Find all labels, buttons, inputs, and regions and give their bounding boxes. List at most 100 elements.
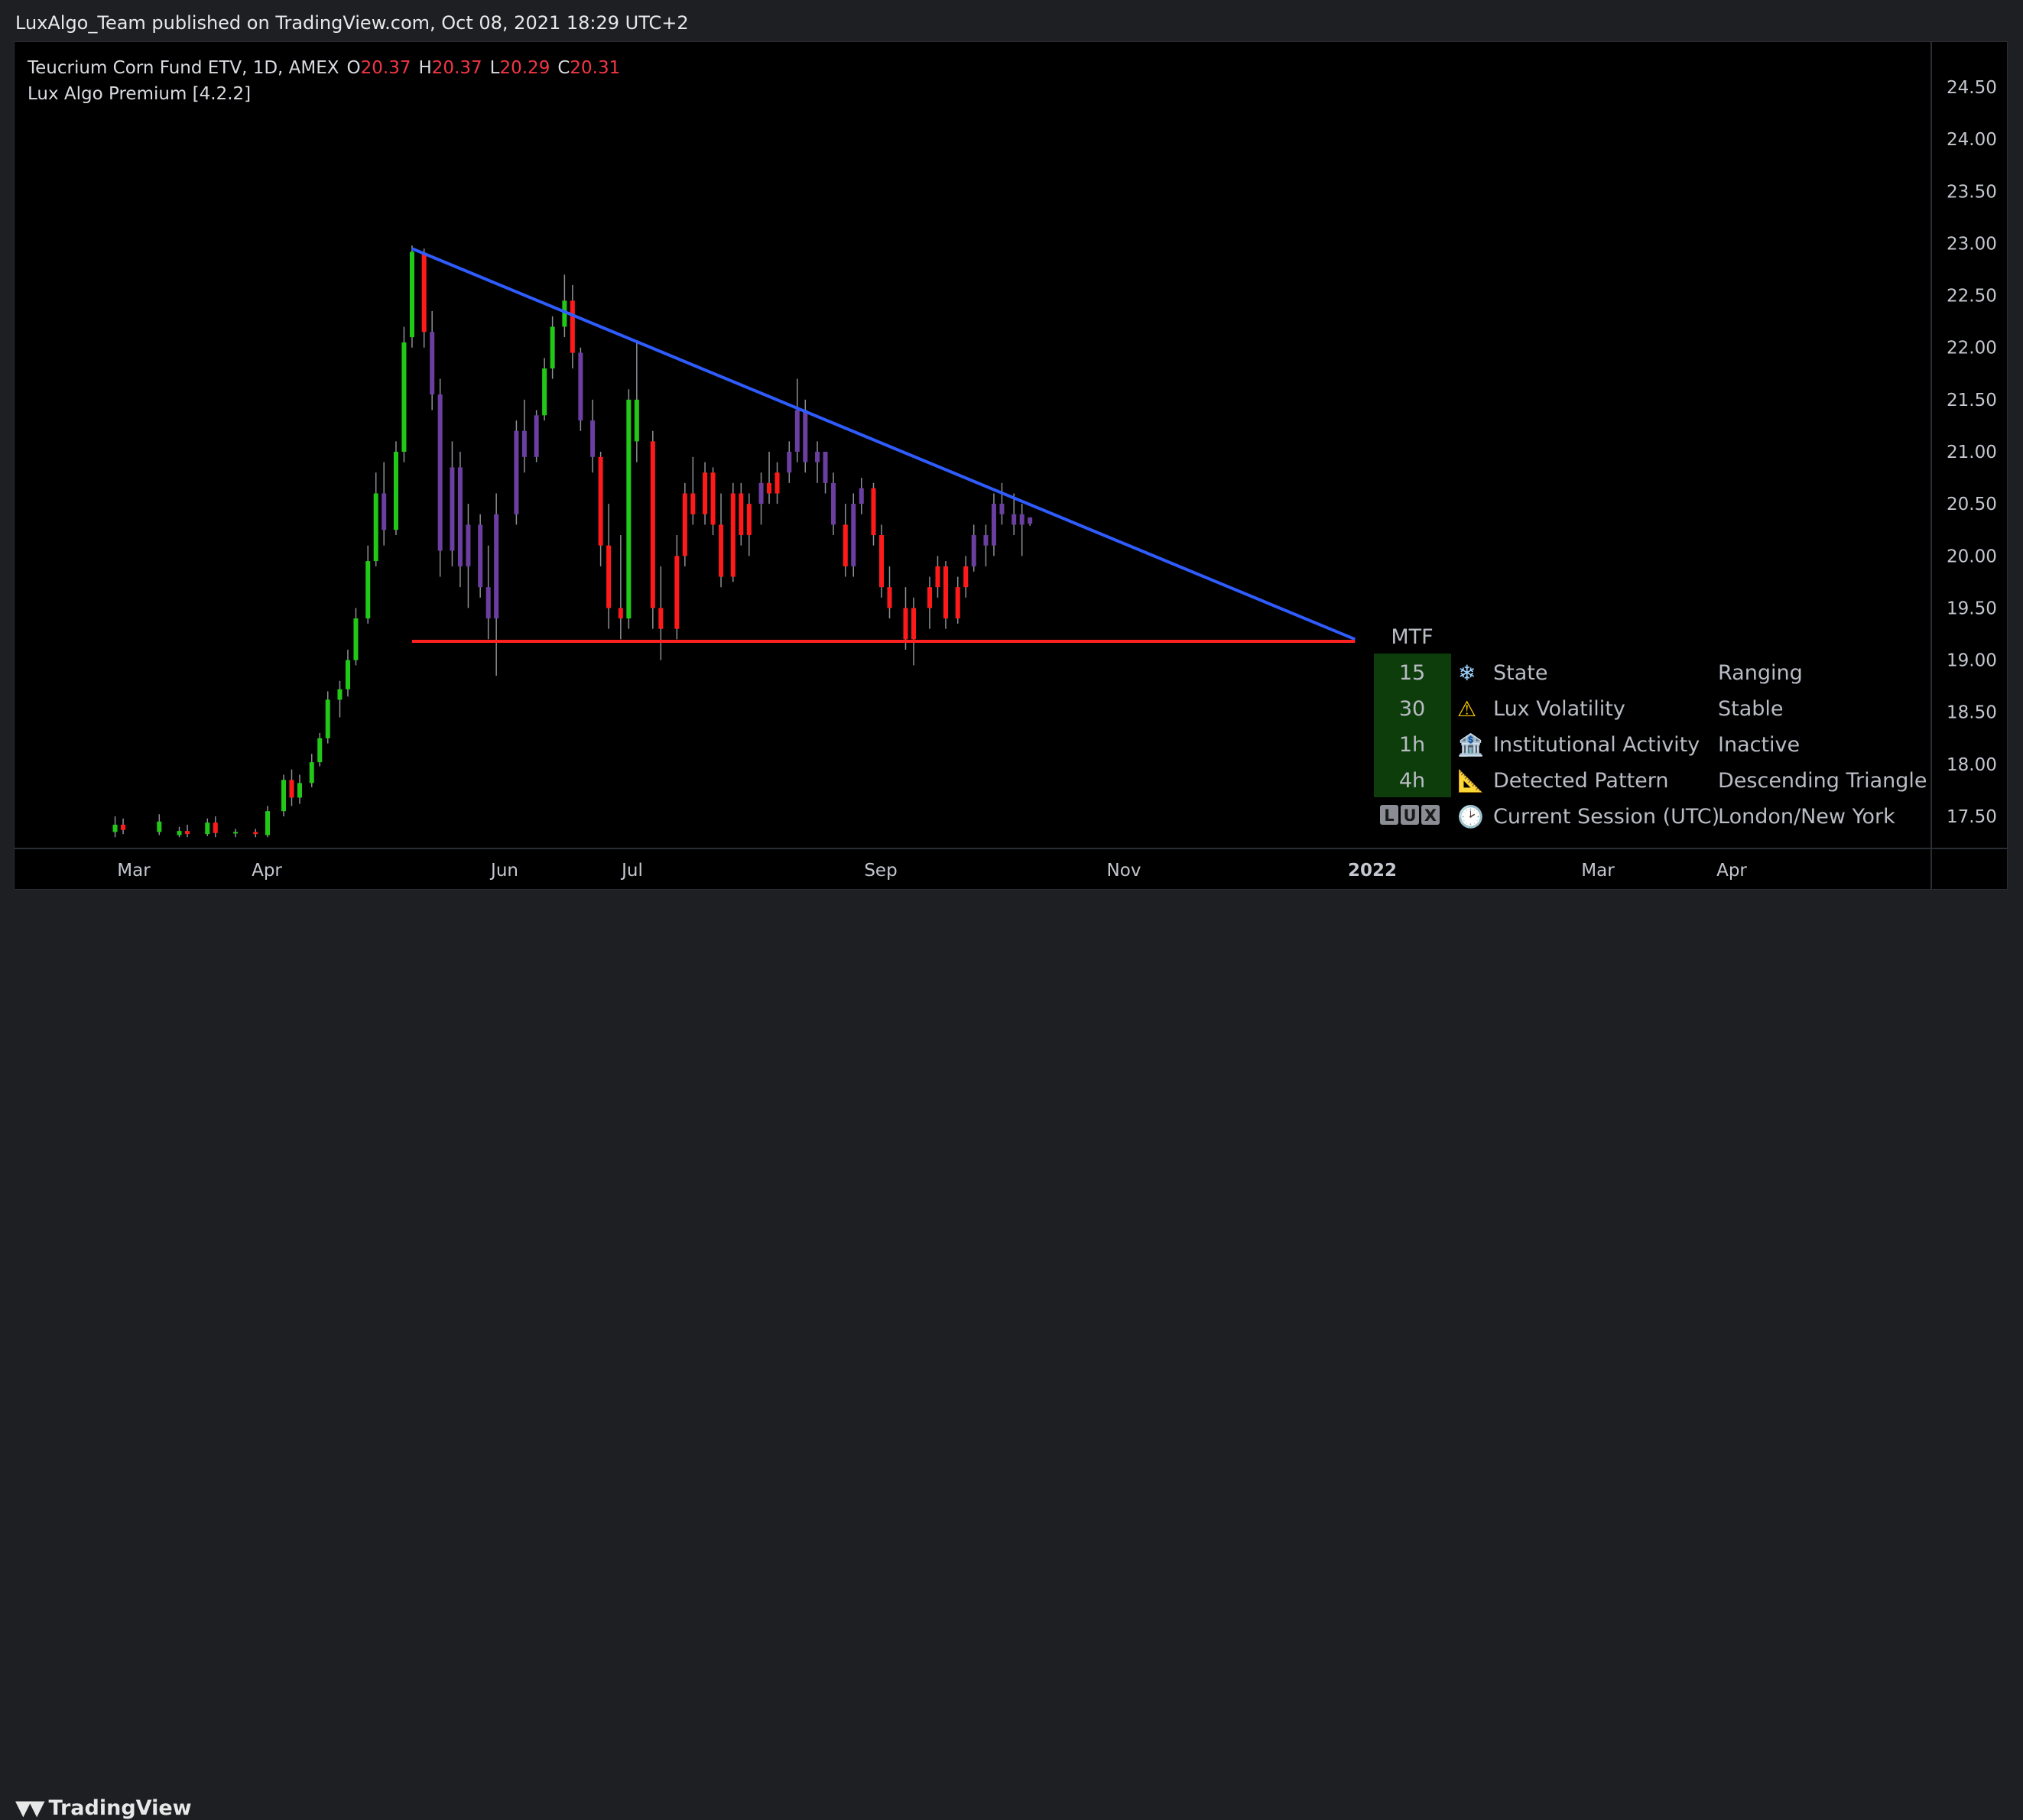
candle-body — [971, 535, 976, 566]
candle-body — [710, 472, 716, 525]
candle-body — [903, 608, 908, 640]
candle-body — [578, 352, 583, 421]
candle — [606, 504, 612, 629]
mtf-row: 1h 🏦 Institutional Activity Inactive — [1399, 732, 1800, 758]
price-tick-label: 20.50 — [1947, 495, 1997, 514]
time-axis[interactable]: Mar Apr Jun Jul Sep Nov 2022 Mar Apr — [117, 861, 1747, 881]
mtf-value: Ranging — [1718, 661, 1803, 685]
candle-body — [213, 822, 218, 833]
candle-body — [185, 831, 190, 835]
price-tick-label: 23.00 — [1947, 234, 1997, 254]
candle-body — [927, 587, 932, 608]
close-label: C — [557, 58, 570, 78]
candle — [719, 493, 724, 588]
candle-body — [550, 326, 555, 368]
candle-body — [297, 783, 302, 798]
price-tick-label: 19.50 — [1947, 599, 1997, 618]
candle — [337, 680, 343, 718]
price-tick-label: 21.50 — [1947, 391, 1997, 410]
lux-logo-letter: U — [1403, 806, 1416, 825]
candle — [121, 818, 126, 835]
candle-body — [911, 608, 916, 640]
candle-body — [682, 493, 687, 556]
candle — [578, 347, 583, 431]
candle — [710, 467, 716, 536]
candle-body — [794, 410, 800, 452]
candle-body — [121, 824, 126, 830]
mtf-timeframe: 15 — [1399, 661, 1425, 685]
time-tick-label: Jun — [489, 861, 518, 881]
candle-body — [879, 535, 884, 588]
candle-body — [658, 608, 664, 629]
candle — [514, 420, 519, 525]
candle-body — [650, 441, 655, 608]
candle — [570, 284, 575, 368]
brand-name: TradingView — [48, 1796, 192, 1820]
low-label: L — [489, 58, 500, 78]
candle-body — [570, 300, 575, 353]
price-tick-label: 22.50 — [1947, 287, 1997, 307]
time-tick-label: Apr — [1716, 861, 1747, 881]
candle-body — [730, 493, 735, 577]
price-chart[interactable]: 24.50 24.00 23.50 23.00 22.50 22.00 21.50 21.00… — [0, 0, 2023, 945]
candle-body — [337, 689, 343, 700]
candle — [373, 472, 378, 566]
indicator-name[interactable]: Lux Algo Premium [4.2.2] — [28, 81, 620, 107]
candle — [730, 482, 735, 582]
candle — [787, 441, 792, 483]
candle-body — [365, 561, 371, 619]
symbol-legend[interactable]: Teucrium Corn Fund ETV, 1D, AMEX O20.37 H2… — [28, 55, 620, 107]
candle-body — [382, 493, 387, 530]
price-tick-label: 18.50 — [1947, 703, 1997, 723]
candle — [430, 311, 435, 410]
mtf-label: Current Session (UTC) — [1493, 805, 1719, 829]
candle-body — [590, 420, 596, 457]
mtf-label: Lux Volatility — [1493, 697, 1625, 721]
candle — [177, 826, 182, 838]
candle-body — [317, 738, 323, 763]
candle — [494, 493, 499, 676]
mtf-header: MTF — [1391, 625, 1433, 649]
candle — [650, 430, 655, 629]
candle-body — [831, 482, 836, 525]
candle — [690, 456, 696, 525]
price-tick-label: 24.00 — [1947, 130, 1997, 150]
candle-body — [598, 456, 603, 546]
candle — [823, 452, 828, 494]
candle-body — [253, 832, 258, 835]
candle — [758, 472, 764, 525]
candle — [450, 441, 455, 566]
candle-body — [955, 587, 960, 619]
candle-body — [719, 524, 724, 577]
candle-body — [871, 488, 876, 536]
price-axis[interactable]: 24.50 24.00 23.50 23.00 22.50 22.00 21.50 21.00… — [1947, 78, 1997, 827]
high-label: H — [418, 58, 432, 78]
candle — [794, 378, 800, 462]
candle — [485, 545, 491, 640]
clock-icon: 🕑 — [1457, 804, 1484, 829]
candle-body — [774, 472, 780, 494]
candle-body — [205, 822, 210, 835]
price-tick-label: 17.50 — [1947, 807, 1997, 827]
snowflake-icon: ❄ — [1458, 660, 1476, 686]
candle-body — [991, 504, 996, 546]
mtf-row: 4h 📐 Detected Pattern Descending Triangl… — [1399, 768, 1927, 793]
candle — [213, 816, 218, 838]
time-tick-label: Apr — [252, 861, 282, 881]
candle-body — [703, 472, 708, 514]
candle — [682, 482, 687, 566]
candle-body — [233, 832, 239, 834]
tradingview-logo[interactable]: ▼▼ TradingView — [15, 1796, 192, 1820]
mtf-value: London/New York — [1718, 805, 1895, 829]
candle — [382, 462, 387, 546]
candle — [393, 441, 398, 536]
time-tick-label: 2022 — [1348, 861, 1397, 881]
candle-body — [112, 824, 118, 832]
candle-body — [963, 566, 969, 588]
time-tick-label: Mar — [117, 861, 151, 881]
mtf-value: Descending Triangle — [1718, 769, 1927, 793]
mtf-table: MTF 15 ❄ State Ranging 30 ⚠ Lux Volatili… — [1374, 625, 1927, 829]
candle-body — [618, 608, 623, 619]
candle-body — [787, 452, 792, 473]
candle — [437, 378, 443, 577]
